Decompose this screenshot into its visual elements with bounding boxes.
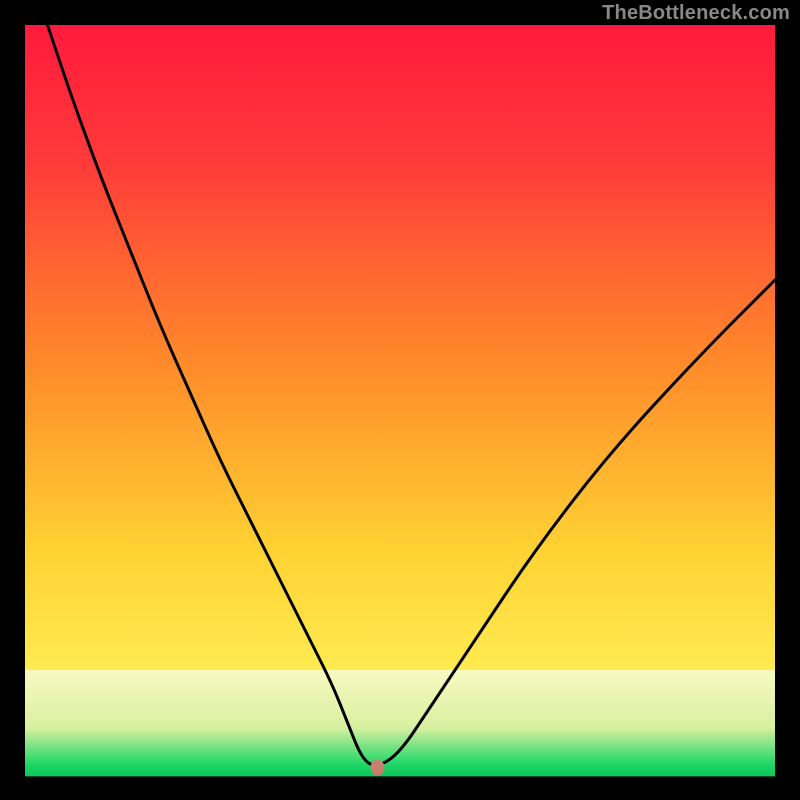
bottleneck-chart bbox=[0, 0, 800, 800]
watermark-text: TheBottleneck.com bbox=[602, 2, 790, 25]
chart-frame: TheBottleneck.com bbox=[0, 0, 800, 800]
plot-area bbox=[25, 25, 775, 775]
bottom-band bbox=[25, 670, 775, 776]
optimal-marker bbox=[371, 760, 385, 776]
